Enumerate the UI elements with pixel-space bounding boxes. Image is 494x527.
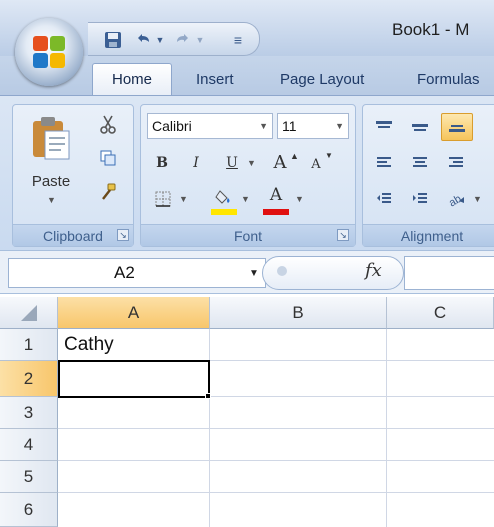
font-size-value: 11 xyxy=(282,118,297,134)
quick-access-toolbar: ▼ ▼ ≡ xyxy=(88,22,260,56)
active-cell-a2[interactable] xyxy=(58,360,210,398)
font-name-dropdown-icon[interactable]: ▼ xyxy=(259,121,268,131)
font-label-text: Font xyxy=(233,227,262,244)
fill-handle[interactable] xyxy=(205,393,211,399)
formula-controls xyxy=(262,256,404,290)
text-orientation-icon[interactable]: ab xyxy=(443,187,469,211)
row-header-5[interactable]: 5 xyxy=(0,461,58,493)
select-all-button[interactable] xyxy=(0,297,58,329)
underline-button[interactable]: U xyxy=(221,151,243,175)
column-header-c[interactable]: C xyxy=(387,297,494,329)
align-top-icon[interactable] xyxy=(371,115,397,139)
shrink-font-button[interactable]: A xyxy=(305,153,327,175)
grow-font-caret-icon: ▲ xyxy=(290,151,299,161)
office-button[interactable] xyxy=(15,18,83,86)
redo-icon[interactable] xyxy=(172,29,194,51)
align-middle-icon[interactable] xyxy=(407,115,433,139)
undo-icon[interactable] xyxy=(132,29,154,51)
row-header-4[interactable]: 4 xyxy=(0,429,58,461)
text-orientation-dropdown-icon[interactable]: ▼ xyxy=(473,194,482,204)
clipboard-group: Paste ▼ Clipboard ↘ xyxy=(12,104,134,247)
decrease-indent-icon[interactable] xyxy=(371,187,397,211)
gridline xyxy=(58,460,494,461)
paste-icon[interactable] xyxy=(23,111,79,163)
office-logo-icon xyxy=(33,36,65,68)
column-header-a[interactable]: A xyxy=(58,297,210,329)
column-header-b[interactable]: B xyxy=(210,297,387,329)
bold-button[interactable]: B xyxy=(151,151,173,175)
font-name-combo[interactable]: Calibri ▼ xyxy=(147,113,273,139)
save-icon[interactable] xyxy=(102,29,124,51)
underline-dropdown-icon[interactable]: ▼ xyxy=(247,158,256,168)
alignment-group-label: Alignment xyxy=(363,224,494,246)
shrink-font-caret-icon: ▼ xyxy=(325,151,333,160)
select-all-icon xyxy=(20,304,37,321)
italic-button[interactable]: I xyxy=(185,151,207,175)
font-group: Calibri ▼ 11 ▼ B I U ▼ A ▲ A ▼ ▼ ▼ A ▼ F… xyxy=(140,104,356,247)
align-left-icon[interactable] xyxy=(371,151,397,175)
window-title: Book1 - M xyxy=(392,20,470,39)
font-size-combo[interactable]: 11 ▼ xyxy=(277,113,349,139)
align-center-icon[interactable] xyxy=(407,151,433,175)
tab-page-layout[interactable]: Page Layout xyxy=(280,63,364,95)
paste-button-label[interactable]: Paste xyxy=(23,173,79,190)
font-group-label: Font xyxy=(141,224,355,246)
font-color-dropdown-icon[interactable]: ▼ xyxy=(295,194,304,204)
cell-a1[interactable]: Cathy xyxy=(64,334,114,356)
copy-icon[interactable] xyxy=(93,145,123,171)
clipboard-group-label: Clipboard xyxy=(13,224,133,246)
font-size-dropdown-icon[interactable]: ▼ xyxy=(335,121,344,131)
fill-color-icon[interactable] xyxy=(211,185,237,209)
borders-icon[interactable] xyxy=(151,187,175,211)
redo-dropdown-icon[interactable]: ▼ xyxy=(194,29,206,51)
tab-insert[interactable]: Insert xyxy=(196,63,234,95)
fill-color-swatch xyxy=(211,209,237,215)
customize-qat-icon[interactable]: ≡ xyxy=(228,29,248,51)
tab-home[interactable]: Home xyxy=(92,63,172,95)
font-dialog-launcher-icon[interactable]: ↘ xyxy=(337,229,349,241)
paste-dropdown-icon[interactable]: ▼ xyxy=(47,195,56,205)
align-bottom-icon[interactable] xyxy=(441,113,473,141)
formula-input[interactable] xyxy=(404,256,494,290)
clipboard-dialog-launcher-icon[interactable]: ↘ xyxy=(117,229,129,241)
tab-formulas[interactable]: Formulas xyxy=(417,63,480,95)
font-color-swatch xyxy=(263,209,289,215)
undo-dropdown-icon[interactable]: ▼ xyxy=(154,29,166,51)
clipboard-label-text: Clipboard xyxy=(43,227,103,244)
align-right-icon[interactable] xyxy=(443,151,469,175)
fill-color-dropdown-icon[interactable]: ▼ xyxy=(241,194,250,204)
borders-dropdown-icon[interactable]: ▼ xyxy=(179,194,188,204)
font-color-button[interactable]: A xyxy=(263,183,289,207)
gridline xyxy=(209,329,210,527)
name-box-value: A2 xyxy=(114,263,135,282)
row-header-3[interactable]: 3 xyxy=(0,397,58,429)
row-header-1[interactable]: 1 xyxy=(0,329,58,361)
alignment-group: ab ▼ Alignment xyxy=(362,104,494,247)
insert-function-button[interactable]: fx xyxy=(365,260,382,281)
font-name-value: Calibri xyxy=(152,118,192,134)
gridline xyxy=(386,329,387,527)
gridline xyxy=(58,492,494,493)
increase-indent-icon[interactable] xyxy=(407,187,433,211)
cut-icon[interactable] xyxy=(93,111,123,137)
formula-grip-icon[interactable] xyxy=(277,266,287,276)
gridline xyxy=(58,428,494,429)
name-box[interactable]: A2 ▼ xyxy=(8,258,266,288)
row-header-2[interactable]: 2 xyxy=(0,361,58,397)
alignment-label-text: Alignment xyxy=(400,227,464,244)
format-painter-icon[interactable] xyxy=(93,179,123,205)
row-header-6[interactable]: 6 xyxy=(0,493,58,527)
name-box-dropdown-icon[interactable]: ▼ xyxy=(249,268,259,279)
